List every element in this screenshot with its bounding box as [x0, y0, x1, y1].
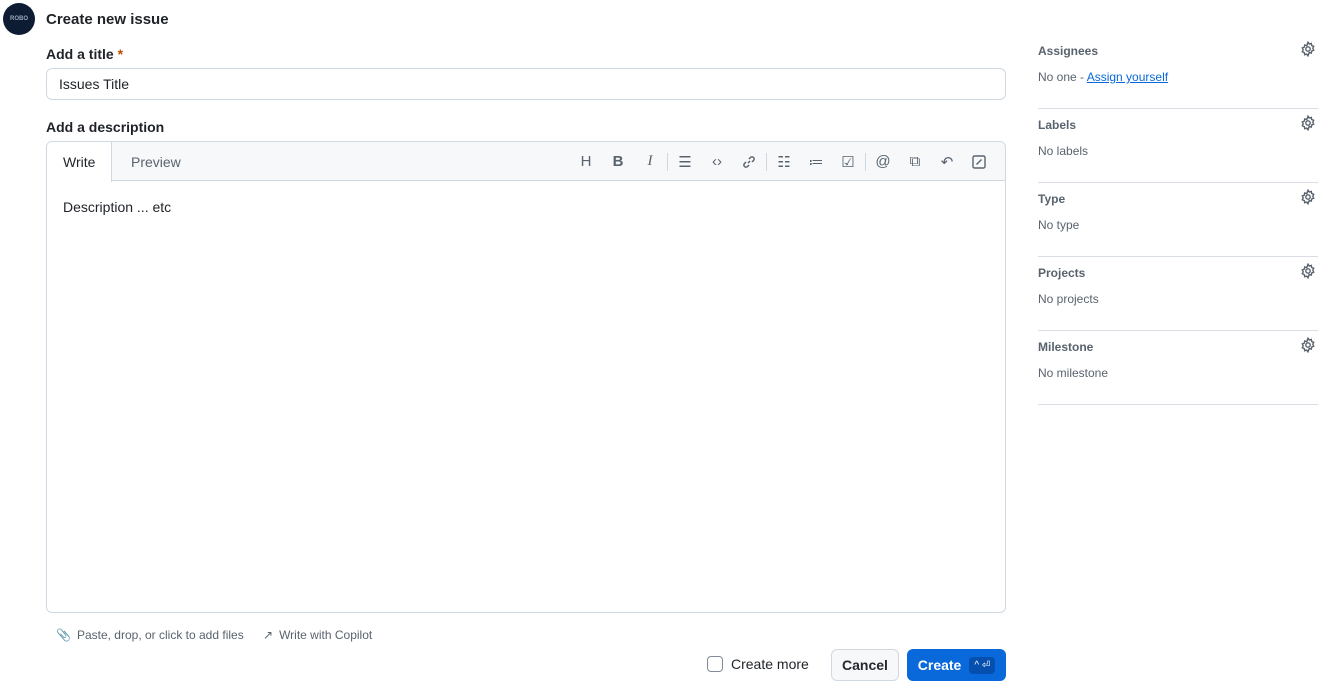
- arrow-up-right-icon: ↗: [263, 628, 274, 642]
- projects-heading[interactable]: Projects: [1038, 266, 1085, 280]
- assignees-heading[interactable]: Assignees: [1038, 44, 1098, 58]
- paperclip-icon: 📎: [56, 628, 71, 642]
- sidebar-section-milestone: Milestone No milestone: [1038, 331, 1318, 405]
- slash-command-icon[interactable]: [963, 148, 995, 176]
- gear-icon[interactable]: [1300, 263, 1316, 279]
- attach-files-button[interactable]: 📎 Paste, drop, or click to add files: [56, 628, 244, 642]
- link-icon[interactable]: [733, 148, 765, 176]
- bold-icon[interactable]: B: [602, 148, 634, 176]
- gear-icon[interactable]: [1300, 115, 1316, 131]
- sidebar-section-projects: Projects No projects: [1038, 257, 1318, 331]
- quote-icon[interactable]: ☰: [669, 148, 701, 176]
- divider: [667, 152, 668, 171]
- divider: [865, 152, 866, 171]
- labels-value: No labels: [1038, 144, 1089, 158]
- milestone-value: No milestone: [1038, 366, 1109, 380]
- title-input[interactable]: [46, 68, 1006, 100]
- required-mark: *: [117, 46, 124, 62]
- mention-icon[interactable]: @: [867, 148, 899, 176]
- create-more-checkbox[interactable]: [707, 656, 723, 672]
- assignees-value: No one - Assign yourself: [1038, 70, 1169, 84]
- code-icon[interactable]: ‹›: [701, 148, 733, 176]
- italic-icon[interactable]: I: [634, 148, 666, 176]
- divider: [766, 152, 767, 171]
- page-title: Create new issue: [46, 11, 169, 28]
- task-list-icon[interactable]: ☑: [832, 148, 864, 176]
- sidebar-section-assignees: Assignees No one - Assign yourself: [1038, 35, 1318, 109]
- unordered-list-icon[interactable]: ☷: [768, 148, 800, 176]
- sidebar-section-labels: Labels No labels: [1038, 109, 1318, 183]
- ordered-list-icon[interactable]: ≔: [800, 148, 832, 176]
- reply-icon[interactable]: ↶: [931, 148, 963, 176]
- cancel-button[interactable]: Cancel: [831, 649, 899, 681]
- shortcut-badge: ^ ⏎: [969, 656, 996, 674]
- gear-icon[interactable]: [1300, 41, 1316, 57]
- avatar[interactable]: ROBO: [3, 3, 35, 35]
- gear-icon[interactable]: [1300, 337, 1316, 353]
- description-label: Add a description: [46, 119, 165, 135]
- editor-toolbar: Write Preview H B I ☰ ‹› ☷ ≔ ☑ @ ⧉ ↶: [47, 142, 1005, 182]
- heading-icon[interactable]: H: [570, 148, 602, 176]
- projects-value: No projects: [1038, 292, 1099, 306]
- assign-yourself-link[interactable]: Assign yourself: [1087, 70, 1168, 84]
- reference-icon[interactable]: ⧉: [899, 148, 931, 176]
- gear-icon[interactable]: [1300, 189, 1316, 205]
- create-button[interactable]: Create ^ ⏎: [907, 649, 1006, 681]
- type-value: No type: [1038, 218, 1080, 232]
- create-more-option[interactable]: Create more: [707, 656, 809, 672]
- description-editor: Write Preview H B I ☰ ‹› ☷ ≔ ☑ @ ⧉ ↶ Des…: [46, 141, 1006, 613]
- description-textarea[interactable]: Description ... etc: [47, 181, 1005, 233]
- tab-write[interactable]: Write: [47, 142, 113, 182]
- title-label: Add a title *: [46, 46, 124, 62]
- tab-preview[interactable]: Preview: [115, 142, 197, 181]
- copilot-button[interactable]: ↗ Write with Copilot: [263, 628, 372, 642]
- type-heading[interactable]: Type: [1038, 192, 1065, 206]
- sidebar-section-type: Type No type: [1038, 183, 1318, 257]
- milestone-heading[interactable]: Milestone: [1038, 340, 1093, 354]
- labels-heading[interactable]: Labels: [1038, 118, 1076, 132]
